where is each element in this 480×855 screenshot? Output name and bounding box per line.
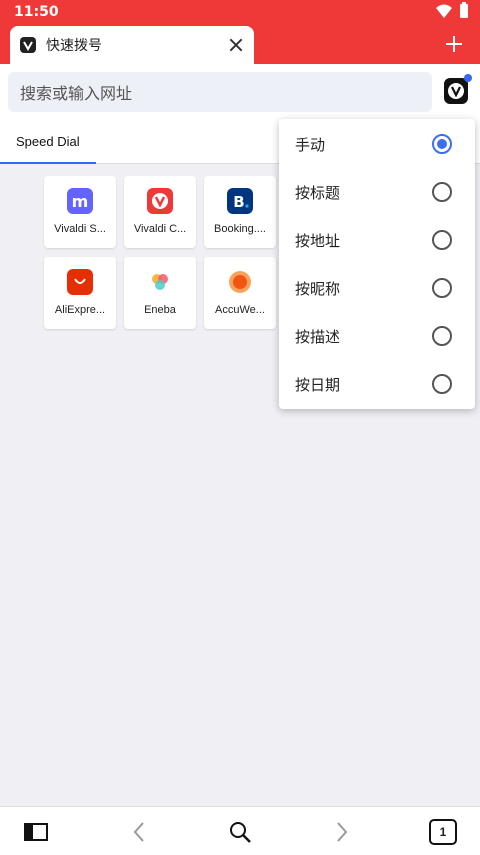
back-icon[interactable] <box>126 819 152 845</box>
radio-icon[interactable] <box>432 230 452 250</box>
aliexpress-icon <box>67 269 93 295</box>
sort-option-manual[interactable]: 手动 <box>279 120 475 168</box>
tile-label: Vivaldi S... <box>54 223 106 235</box>
sort-option-description[interactable]: 按描述 <box>279 312 475 360</box>
battery-icon <box>460 2 468 18</box>
address-bar[interactable]: 搜索或输入网址 <box>8 72 432 112</box>
vivaldi-logo-icon <box>20 37 36 53</box>
sort-option-label: 按地址 <box>295 232 341 250</box>
bottom-toolbar: 1 <box>0 806 480 855</box>
sort-option-label: 按标题 <box>295 184 341 202</box>
tile-label: Booking.... <box>214 223 266 235</box>
sort-option-label: 按日期 <box>295 376 341 394</box>
accuweather-icon <box>227 269 253 295</box>
sort-option-label: 手动 <box>295 136 326 154</box>
svg-text:B: B <box>233 193 244 211</box>
radio-icon[interactable] <box>432 326 452 346</box>
sort-option-address[interactable]: 按地址 <box>279 216 475 264</box>
close-tab-icon[interactable] <box>228 37 244 53</box>
sort-option-label: 按昵称 <box>295 280 341 298</box>
tab-speed-dial[interactable]: Speed Dial <box>16 134 80 149</box>
sort-option-title[interactable]: 按标题 <box>279 168 475 216</box>
vivaldi-menu-icon[interactable] <box>444 74 472 104</box>
sort-option-nickname[interactable]: 按昵称 <box>279 264 475 312</box>
search-icon[interactable] <box>227 819 253 845</box>
sort-menu: 手动 按标题 按地址 按昵称 按描述 按日期 <box>279 119 475 409</box>
speed-dial-tile[interactable]: AccuWe... <box>204 257 276 329</box>
sort-option-label: 按描述 <box>295 328 341 346</box>
tab-switcher-button[interactable]: 1 <box>429 819 457 845</box>
radio-icon[interactable] <box>432 374 452 394</box>
active-tab-indicator <box>0 162 96 164</box>
tile-label: Eneba <box>144 304 176 316</box>
tile-label: Vivaldi C... <box>133 223 187 235</box>
radio-icon[interactable] <box>432 182 452 202</box>
status-icons <box>436 2 468 18</box>
wifi-icon <box>436 4 452 18</box>
active-tab[interactable]: 快速拨号 <box>10 26 254 64</box>
address-row: 搜索或输入网址 <box>0 64 480 122</box>
vivaldi-icon <box>147 188 173 214</box>
tab-title: 快速拨号 <box>46 38 102 54</box>
radio-selected-icon[interactable] <box>432 134 452 154</box>
svg-text:m: m <box>72 192 89 211</box>
forward-icon[interactable] <box>329 819 355 845</box>
tile-label: AccuWe... <box>215 304 265 316</box>
top-bar: 11:50 快速拨号 <box>0 0 480 64</box>
sort-option-date[interactable]: 按日期 <box>279 360 475 408</box>
booking-icon: B <box>227 188 253 214</box>
speed-dial-tile[interactable]: m Vivaldi S... <box>44 176 116 248</box>
radio-icon[interactable] <box>432 278 452 298</box>
speed-dial-tile[interactable]: AliExpre... <box>44 257 116 329</box>
mastodon-icon: m <box>67 188 93 214</box>
status-time: 11:50 <box>14 4 59 20</box>
speed-dial-tile[interactable]: Eneba <box>124 257 196 329</box>
speed-dial-tile[interactable]: Vivaldi C... <box>124 176 196 248</box>
tile-label: AliExpre... <box>54 304 106 316</box>
eneba-icon <box>147 269 173 295</box>
address-placeholder: 搜索或输入网址 <box>20 84 133 103</box>
panel-toggle-icon[interactable] <box>23 819 49 845</box>
speed-dial-tile[interactable]: B Booking.... <box>204 176 276 248</box>
new-tab-icon[interactable] <box>446 36 462 52</box>
notification-dot <box>464 74 472 82</box>
